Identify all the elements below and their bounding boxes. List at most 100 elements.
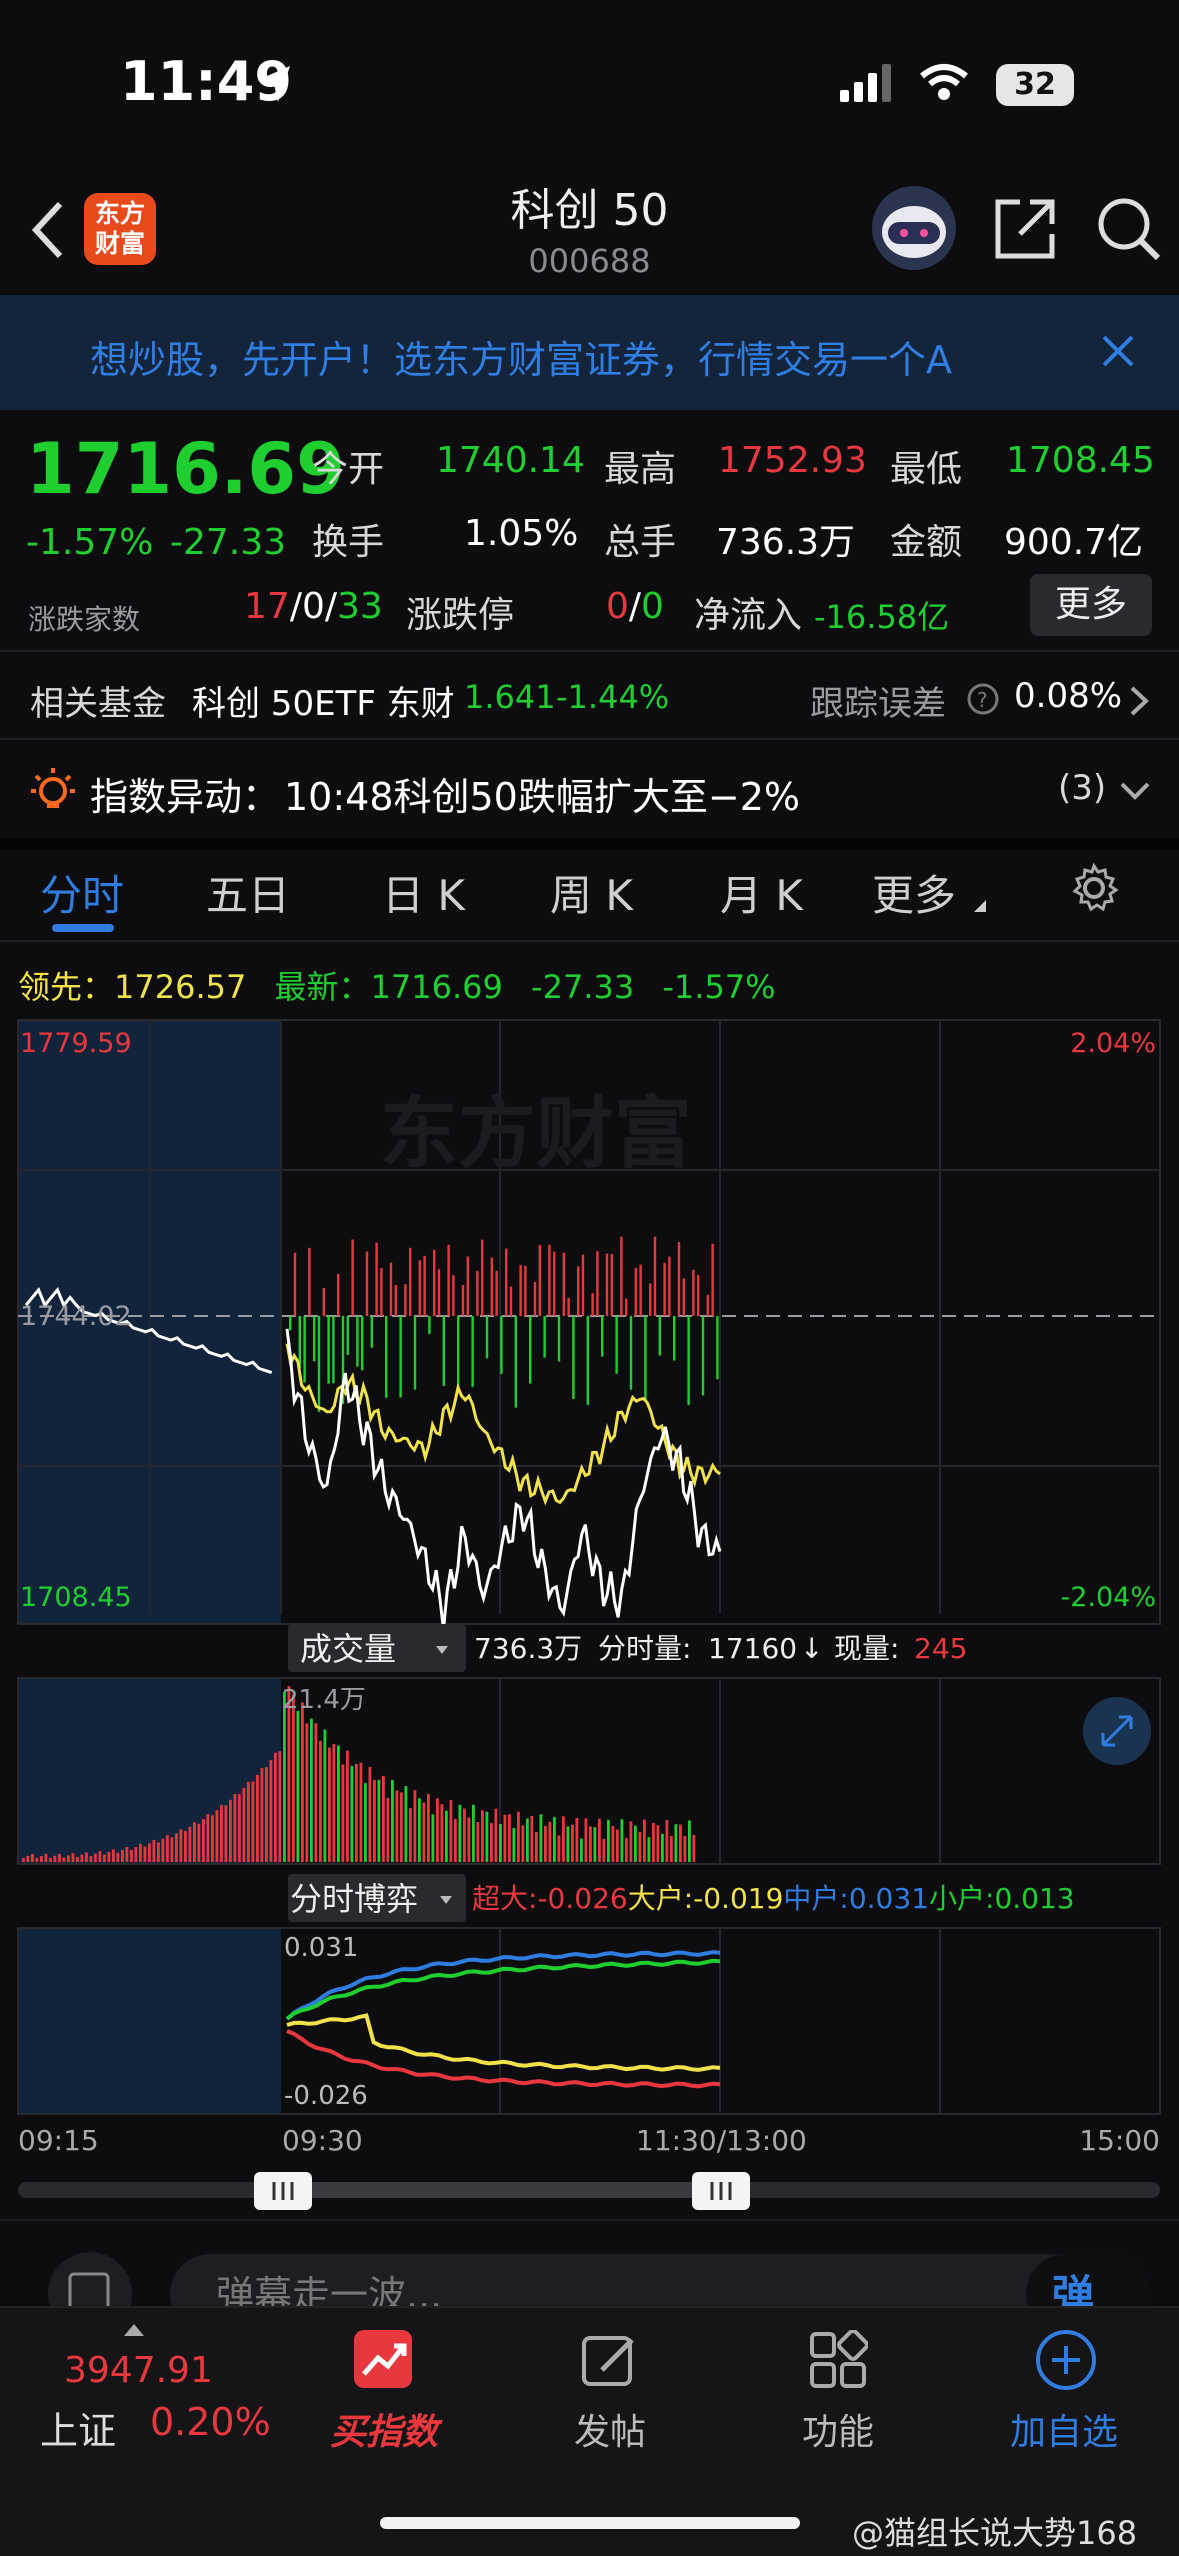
tab-more[interactable]: 更多 <box>872 862 956 923</box>
volume-bar <box>337 1745 340 1862</box>
volume-bar <box>76 1857 79 1862</box>
alert-text[interactable]: 10:48科创50跌幅扩大至−2% <box>284 766 800 821</box>
volume-bar <box>22 1858 25 1862</box>
volume-bar <box>143 1846 147 1862</box>
tab-intraday[interactable]: 分时 <box>40 862 124 923</box>
volume-bar <box>233 1794 237 1862</box>
divider <box>0 650 1179 652</box>
more-button[interactable]: 更多 <box>1030 574 1152 636</box>
price-volume-bar <box>533 1281 537 1316</box>
volume-bar <box>215 1810 219 1862</box>
lightbulb-icon <box>31 768 75 808</box>
price-volume-bar <box>581 1254 585 1316</box>
tab-monthly-k[interactable]: 月 K <box>720 862 803 923</box>
leading-value: 1726.57 <box>114 968 247 1006</box>
price-volume-bar <box>457 1316 460 1391</box>
price-volume-bar <box>361 1316 364 1371</box>
price-volume-bar <box>586 1316 589 1405</box>
volume-bar <box>431 1814 435 1862</box>
price-volume-bar <box>413 1316 417 1390</box>
intraday-chart[interactable]: 东方财富 1779.59 1744.02 1708.45 2.04% -2.04… <box>0 1010 1179 2330</box>
volume-bar <box>283 1692 286 1862</box>
price-volume-bar <box>601 1316 604 1357</box>
volume-bar <box>485 1811 489 1862</box>
volume-bar <box>85 1852 88 1862</box>
intraday-legend: 领先：1726.57 最新：1716.69 -27.33 -1.57% <box>18 962 776 1008</box>
volume-bar <box>512 1827 516 1862</box>
price-volume-bar <box>452 1275 455 1316</box>
volume-bar <box>575 1818 579 1862</box>
tab-weekly-k[interactable]: 周 K <box>550 862 633 923</box>
nav-functions[interactable]: 功能 <box>758 2403 918 2455</box>
nav-post[interactable]: 发帖 <box>530 2403 690 2455</box>
volume-peak-label: 21.4万 <box>282 1685 366 1715</box>
promo-banner[interactable]: 想炒股，先开户！选东方财富证券，行情交易一个A <box>0 295 1179 410</box>
time-label: 09:30 <box>282 2124 363 2157</box>
fund-name[interactable]: 科创 50ETF 东财 <box>192 676 455 725</box>
time-label: 15:00 <box>1079 2124 1160 2157</box>
volume-bar <box>305 1723 309 1862</box>
index-name[interactable]: 上证 <box>40 2400 116 2455</box>
volume-bar <box>350 1765 354 1862</box>
price-volume-bar <box>404 1284 407 1316</box>
y-top-label: 1779.59 <box>20 1028 132 1059</box>
price-volume-bar <box>351 1239 354 1316</box>
volume-bar <box>508 1814 511 1862</box>
price-volume-bar <box>538 1245 541 1316</box>
volume-bar <box>674 1824 678 1862</box>
volume-bar <box>220 1804 223 1862</box>
flow-legend: 超大:-0.026大户:-0.019中户:0.031小户:0.013 <box>472 1882 1075 1915</box>
price-volume-bar <box>605 1253 609 1316</box>
price-volume-bar <box>629 1316 633 1390</box>
volume-bar <box>692 1834 696 1862</box>
price-volume-bar <box>711 1243 714 1316</box>
volume-bar <box>382 1775 385 1862</box>
gear-icon[interactable] <box>1068 862 1120 914</box>
chevron-right-icon[interactable] <box>1128 684 1150 718</box>
close-icon[interactable] <box>1100 333 1136 369</box>
nav-add-watchlist[interactable]: 加自选 <box>984 2403 1144 2455</box>
chevron-down-icon[interactable] <box>1118 780 1152 802</box>
tab-daily-k[interactable]: 日 K <box>382 862 465 923</box>
volume-bar <box>679 1824 682 1862</box>
latest-label: 最新： <box>274 968 371 1006</box>
volume-bar <box>26 1856 30 1862</box>
range-slider-selection <box>282 2182 720 2198</box>
volume-bar <box>688 1820 691 1862</box>
volume-bar <box>274 1752 277 1862</box>
price-volume-bar <box>442 1316 445 1387</box>
share-icon[interactable] <box>990 194 1060 264</box>
price-volume-bar <box>634 1267 637 1316</box>
nav-buy-index[interactable]: 买指数 <box>304 2403 464 2455</box>
volume-bar <box>449 1800 453 1862</box>
triangle-up-icon <box>124 2324 144 2336</box>
search-icon[interactable] <box>1094 194 1164 264</box>
super-value: -0.026 <box>537 1882 627 1915</box>
tab-five-day[interactable]: 五日 <box>206 862 290 923</box>
help-icon[interactable]: ? <box>966 682 1000 716</box>
volume-bar <box>503 1814 507 1862</box>
volume-bar <box>373 1779 376 1862</box>
volume-bar <box>170 1837 174 1862</box>
volume-bar <box>467 1817 471 1862</box>
volume-bar <box>391 1780 394 1862</box>
sep: / <box>289 586 302 627</box>
price-volume-bar <box>519 1265 522 1316</box>
volume-bar <box>62 1857 66 1862</box>
tracking-label: 跟踪误差 <box>810 684 946 724</box>
flow-y-top: 0.031 <box>284 1933 358 1963</box>
price-volume-bar <box>380 1268 383 1316</box>
price-volume-bar <box>697 1275 700 1316</box>
volume-bar <box>535 1831 538 1862</box>
price-volume-bar <box>461 1285 465 1316</box>
time-label: 11:30/13:00 <box>636 2124 807 2157</box>
super-flow-line <box>286 2029 721 2089</box>
small-flow-line <box>285 1958 721 2021</box>
volume-bar <box>130 1850 133 1862</box>
volume-bar <box>445 1810 448 1862</box>
home-indicator[interactable] <box>380 2517 800 2529</box>
robot-assistant-icon[interactable] <box>866 180 962 276</box>
change-pct: -1.57% <box>26 522 154 563</box>
price-volume-bar <box>322 1288 325 1316</box>
volume-bar <box>211 1815 214 1862</box>
